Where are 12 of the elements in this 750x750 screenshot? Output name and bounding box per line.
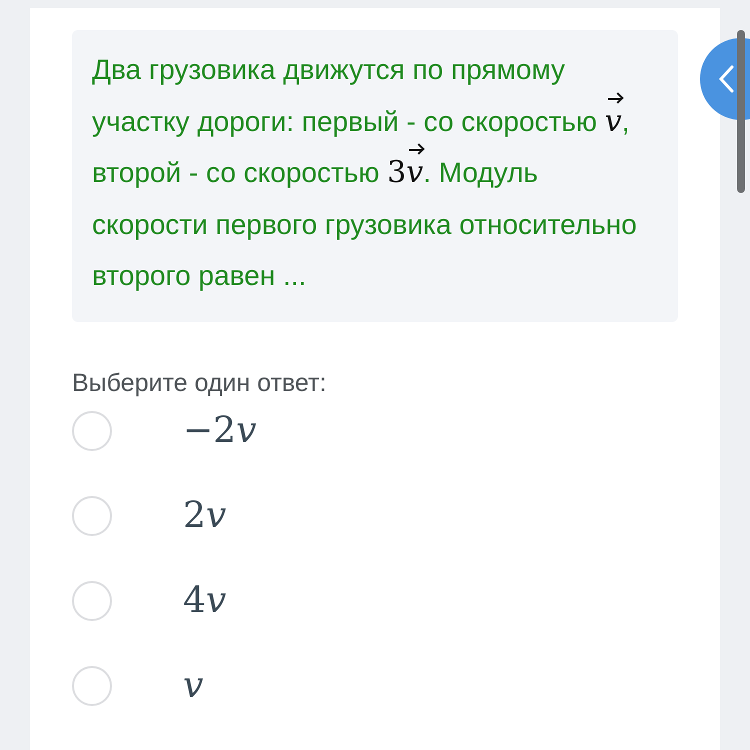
radio-button[interactable] bbox=[72, 410, 112, 450]
chevron-left-icon bbox=[718, 65, 734, 93]
question-text: Два грузовика движутся по прямому участку дороги: первый - со скоростью v, второй - со скоростью 3v. Модуль скорости первого грузовика относительно второго равен ... bbox=[92, 53, 638, 293]
scrollbar[interactable] bbox=[737, 30, 745, 193]
answer-option[interactable]: −2v bbox=[183, 410, 256, 451]
answer-option[interactable]: 4v bbox=[183, 580, 226, 621]
radio-button[interactable] bbox=[72, 580, 112, 620]
answer-prompt: Выберите один ответ: bbox=[72, 368, 328, 398]
radio-button[interactable] bbox=[72, 666, 112, 706]
answer-option[interactable]: 2v bbox=[183, 495, 226, 536]
radio-button[interactable] bbox=[72, 496, 112, 536]
answer-option[interactable]: v bbox=[183, 665, 204, 706]
